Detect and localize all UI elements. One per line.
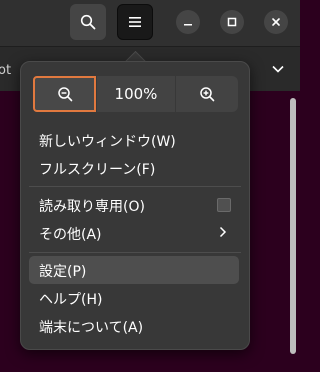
zoom-level[interactable]: 100% xyxy=(97,76,175,112)
zoom-out-icon xyxy=(57,87,72,102)
scrollbar[interactable] xyxy=(290,98,296,354)
menu-item-label: 新しいウィンドウ(W) xyxy=(39,134,176,150)
menu-item-read-only[interactable]: 読み取り専用(O) xyxy=(29,191,239,219)
menu-item-help[interactable]: ヘルプ(H) xyxy=(29,284,239,312)
zoom-in-button[interactable] xyxy=(176,76,238,112)
menu-item-label: 読み取り専用(O) xyxy=(39,199,145,215)
zoom-controls: 100% xyxy=(33,76,238,112)
menu-item-label: ヘルプ(H) xyxy=(39,292,103,308)
main-menu-popover: 100% 新しいウィンドウ(W) フルスクリーン(F) 読み取り専用(O) その… xyxy=(20,61,250,350)
chevron-right-icon xyxy=(219,226,227,238)
menu-item-settings[interactable]: 設定(P) xyxy=(29,256,239,284)
menu-item-other[interactable]: その他(A) xyxy=(29,219,239,247)
tab-title-fragment[interactable]: ot xyxy=(0,63,11,78)
read-only-checkbox[interactable] xyxy=(217,198,231,212)
close-icon xyxy=(272,18,280,26)
maximize-icon xyxy=(227,17,237,27)
menu-item-label: 端末について(A) xyxy=(39,320,144,336)
maximize-button[interactable] xyxy=(220,10,244,34)
header-bar xyxy=(0,0,300,47)
menu-separator xyxy=(29,252,241,253)
menu-item-fullscreen[interactable]: フルスクリーン(F) xyxy=(29,154,239,182)
menu-item-new-window[interactable]: 新しいウィンドウ(W) xyxy=(29,126,239,154)
search-button[interactable] xyxy=(70,4,106,40)
chevron-down-icon[interactable] xyxy=(272,65,284,73)
zoom-in-icon xyxy=(200,87,215,102)
menu-separator xyxy=(29,186,241,187)
menu-item-label: 設定(P) xyxy=(39,264,87,280)
main-menu-button[interactable] xyxy=(117,4,153,40)
menu-item-label: フルスクリーン(F) xyxy=(39,162,156,178)
zoom-out-button[interactable] xyxy=(33,76,96,112)
search-icon xyxy=(80,14,96,30)
close-button[interactable] xyxy=(264,10,288,34)
menu-item-label: その他(A) xyxy=(39,227,102,243)
menu-item-about[interactable]: 端末について(A) xyxy=(29,312,239,340)
minimize-icon xyxy=(184,24,192,26)
minimize-button[interactable] xyxy=(176,10,200,34)
hamburger-menu-icon xyxy=(129,17,141,27)
